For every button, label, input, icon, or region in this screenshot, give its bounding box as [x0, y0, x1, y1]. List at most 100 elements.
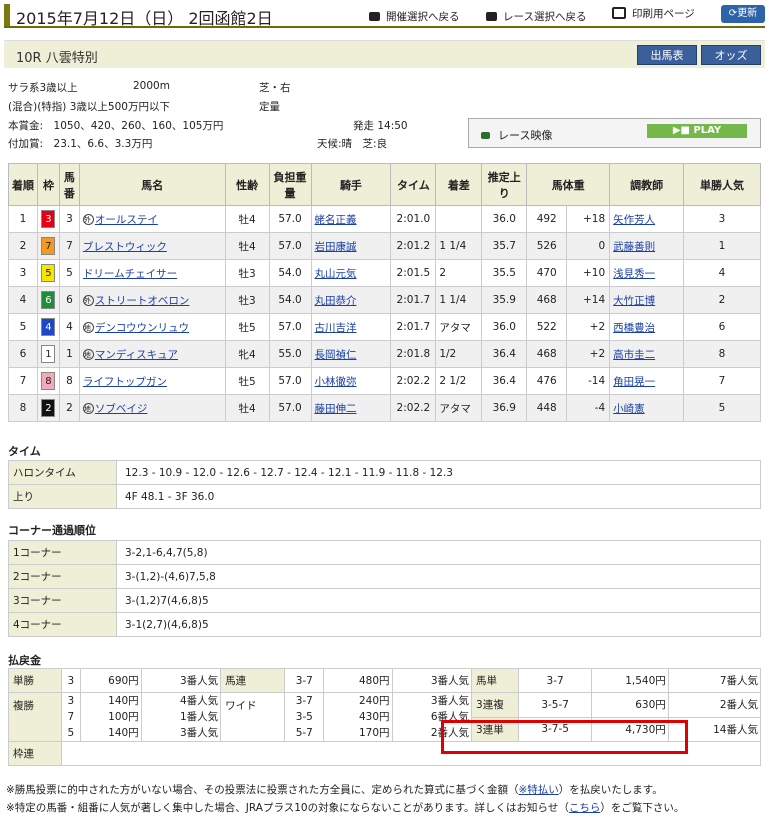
bracket-number: 2	[36, 394, 60, 422]
horse-name-cell: ブレストウィック	[78, 232, 226, 260]
jockey-link[interactable]: 蛯名正義	[315, 214, 357, 226]
bracket-badge: 7	[41, 237, 56, 255]
bracket-number: 3	[36, 205, 60, 233]
arrow-icon	[369, 12, 380, 21]
trio-number: 3-5-7	[517, 692, 593, 718]
horse-name-link[interactable]: ライフトップガン	[83, 376, 167, 388]
body-weight-change: -14	[566, 367, 611, 395]
header-accent-bar	[4, 4, 10, 26]
print-page-link[interactable]: 印刷用ページ	[612, 6, 695, 21]
horse-name-link[interactable]: マンディスキュア	[95, 349, 178, 361]
trainer-link[interactable]: 高市圭二	[613, 349, 655, 361]
body-weight: 492	[526, 205, 568, 233]
horse-name-cell: ドリームチェイサー	[78, 259, 226, 287]
trio-label: 3連複	[471, 692, 519, 718]
trainer-link[interactable]: 浅見秀一	[613, 268, 655, 280]
body-weight: 468	[526, 286, 568, 314]
wide-label: ワイド	[220, 692, 286, 742]
table-row: 4 6 6 外ストリートオベロン 牡3 54.0 丸田恭介 2:01.7 1 1/4 35.9 46…	[8, 286, 761, 314]
race-class: サラ系3歳以上	[8, 82, 78, 94]
play-button[interactable]: ▶■ PLAY	[647, 124, 747, 138]
update-button[interactable]: ⟳更新	[721, 5, 765, 23]
carried-weight: 57.0	[268, 394, 312, 422]
trainer-link[interactable]: 武藤善則	[613, 241, 655, 253]
sex-age: 牡3	[224, 259, 270, 287]
trainer-link[interactable]: 大竹正博	[613, 295, 655, 307]
col-header-trainer: 調教師	[609, 163, 685, 206]
body-weight-change: 0	[566, 232, 611, 260]
jockey-cell: 蛯名正義	[310, 205, 392, 233]
horse-name-link[interactable]: デンコウウンリュウ	[95, 322, 189, 334]
win-popularity: 3	[683, 205, 761, 233]
horse-name-link[interactable]: オールステイ	[95, 214, 158, 226]
jockey-link[interactable]: 藤田伸二	[315, 403, 357, 415]
odds-button[interactable]: オッズ	[701, 45, 761, 65]
horse-number: 2	[58, 394, 80, 422]
last-3f: 35.9	[481, 286, 528, 314]
col-header-bw: 馬体重	[526, 163, 611, 206]
wide-numbers: 3-7 3-5 5-7	[284, 692, 325, 742]
body-weight-change: +18	[566, 205, 611, 233]
table-row: 1コーナー 3-2,1-6,4,7(5,8)	[8, 540, 761, 565]
time-section-title: タイム	[8, 445, 41, 458]
margin: 1 1/4	[435, 286, 483, 314]
race-name-bar: 10R 八雲特別 出馬表 オッズ	[4, 40, 765, 68]
jockey-link[interactable]: 岩田康誠	[315, 241, 357, 253]
horse-name-link[interactable]: ストリートオベロン	[95, 295, 190, 307]
trainer-link[interactable]: 矢作芳人	[613, 214, 655, 226]
special-payout-link[interactable]: ※特払い	[518, 784, 558, 796]
result-table: 着順枠馬番 馬名 性齢 負担重量 騎手 タイム 着差 推定上り 馬体重 調教師 単勝人気 133外オ…	[8, 163, 761, 422]
race-time: 2:01.0	[390, 205, 437, 233]
notice-link[interactable]: こちら	[569, 802, 601, 814]
jockey-cell: 小林徹弥	[310, 367, 392, 395]
finish-position: 6	[8, 340, 38, 368]
horse-origin-mark: 地	[82, 402, 94, 414]
trainer-cell: 角田晃一	[609, 367, 685, 395]
trainer-cell: 小崎憲	[609, 394, 685, 422]
quinella-popularity: 3番人気	[391, 668, 473, 693]
jockey-link[interactable]: 丸山元気	[315, 268, 357, 280]
horse-name-link[interactable]: ソブベイジ	[95, 403, 148, 415]
page-header: 2015年7月12日（日） 2回函館2日 開催選択へ戻る レース選択へ戻る 印刷…	[4, 2, 765, 28]
back-to-race-link[interactable]: レース選択へ戻る	[486, 9, 586, 24]
horse-name-cell: 地デンコウウンリュウ	[78, 313, 226, 341]
body-weight: 476	[526, 367, 568, 395]
horse-number: 5	[58, 259, 80, 287]
entry-table-button[interactable]: 出馬表	[637, 45, 697, 65]
horse-name-link[interactable]: ブレストウィック	[83, 241, 167, 253]
race-video-box: レース映像 ▶■ PLAY	[468, 118, 761, 148]
back-to-kaisai-link[interactable]: 開催選択へ戻る	[369, 9, 460, 24]
carried-weight: 57.0	[268, 313, 312, 341]
horse-number: 1	[58, 340, 80, 368]
bracket-badge: 1	[41, 345, 56, 363]
bracket-number: 5	[36, 259, 60, 287]
bracket-badge: 2	[41, 399, 56, 417]
sex-age: 牡5	[224, 313, 270, 341]
bracket-badge: 8	[41, 372, 56, 390]
horse-name-cell: ライフトップガン	[78, 367, 226, 395]
trainer-link[interactable]: 西橋豊治	[613, 322, 655, 334]
trainer-link[interactable]: 角田晃一	[613, 376, 655, 388]
win-popularity: 7	[683, 367, 761, 395]
jockey-link[interactable]: 丸田恭介	[315, 295, 357, 307]
col-header-waku: 枠	[36, 163, 60, 206]
trainer-link[interactable]: 小崎憲	[613, 403, 645, 415]
exacta-number: 3-7	[517, 668, 593, 693]
margin: 1/2	[435, 340, 483, 368]
jockey-link[interactable]: 小林徹弥	[315, 376, 357, 388]
col-header-margin: 着差	[435, 163, 483, 206]
jockey-cell: 丸山元気	[310, 259, 392, 287]
race-time: 2:01.7	[390, 286, 437, 314]
horse-origin-mark: 地	[82, 321, 94, 333]
table-row: 3コーナー 3-(1,2)7(4,6,8)5	[8, 588, 761, 613]
jockey-link[interactable]: 長岡禎仁	[315, 349, 357, 361]
video-icon	[481, 132, 490, 139]
sex-age: 牡4	[224, 232, 270, 260]
horse-origin-mark: 外	[82, 294, 94, 306]
horse-name-link[interactable]: ドリームチェイサー	[83, 268, 177, 280]
jockey-link[interactable]: 古川吉洋	[315, 322, 357, 334]
body-weight-change: +2	[566, 313, 611, 341]
arrow-icon	[486, 12, 497, 21]
race-distance: 2000m	[133, 80, 170, 92]
note-special-payout: ※勝馬投票に的中された方がいない場合、その投票法に投票された方全員に、定められた…	[6, 784, 663, 796]
